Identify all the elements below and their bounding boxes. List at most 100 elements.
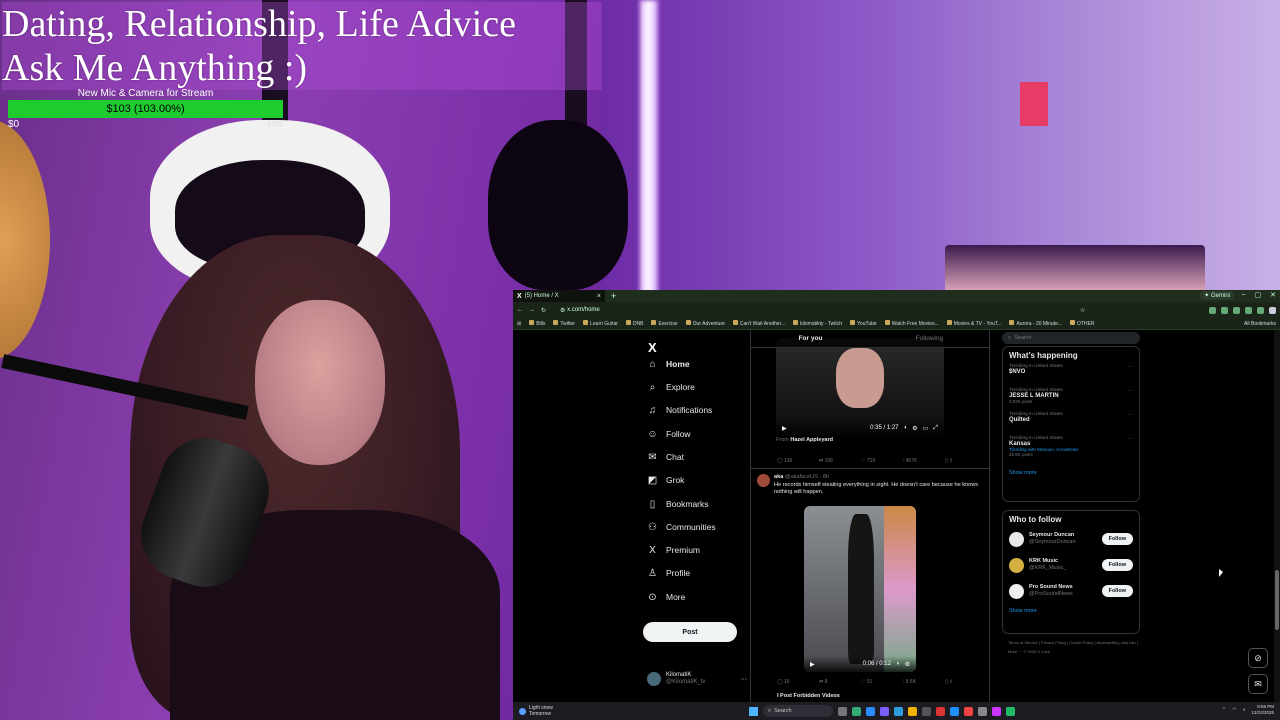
x-search-input[interactable]: ⌕ Search — [1002, 332, 1140, 344]
taskbar-app-icon[interactable] — [880, 706, 889, 716]
taskbar-app-icon[interactable] — [936, 706, 945, 716]
bookmark-item[interactable]: Watch Free Movies... — [884, 320, 939, 327]
tweet-video[interactable]: ▶ 0:35 / 1:27 ◖ ⚙ ▭ ⤢ — [776, 338, 944, 436]
taskbar-app-icon[interactable] — [978, 706, 987, 716]
repost-button[interactable]: ⇄ 156 — [819, 458, 861, 464]
settings-icon[interactable]: ⚙ — [912, 425, 917, 432]
bookmark-item[interactable]: kilomatikty - Twitch — [793, 320, 842, 327]
sidebar-item-notifications[interactable]: ♫ Notifications — [647, 400, 713, 420]
browser-tab[interactable]: X (5) Home / X × — [513, 290, 605, 302]
extension-icon[interactable] — [1221, 306, 1228, 314]
post-button[interactable]: Post — [643, 622, 737, 642]
bookmark-item[interactable]: Our Adventure — [685, 320, 725, 327]
reload-icon[interactable]: ↻ — [541, 307, 546, 314]
follow-button[interactable]: Follow — [1101, 559, 1133, 571]
url-field[interactable]: ⚙ x.com/home — [554, 304, 1075, 316]
bookmark-item[interactable]: Twitter — [553, 320, 575, 327]
tab-for-you[interactable]: For you — [751, 330, 870, 347]
play-icon[interactable]: ▶ — [810, 661, 815, 668]
sidebar-item-communities[interactable]: ⚇ Communities — [647, 517, 716, 537]
avatar[interactable] — [1009, 583, 1024, 599]
follow-suggestion[interactable]: Pro Sound News @ProSoundNews Follow — [1003, 578, 1139, 604]
more-dots-icon[interactable]: ··· — [1127, 364, 1133, 370]
sidebar-item-premium[interactable]: X Premium — [647, 540, 700, 560]
sidebar-item-profile[interactable]: ♙ Profile — [647, 563, 690, 583]
bookmark-item[interactable]: DNB — [625, 320, 643, 327]
extension-icon[interactable] — [1233, 306, 1240, 314]
extension-icon[interactable] — [1257, 306, 1264, 314]
sidebar-item-explore[interactable]: ⌕ Explore — [647, 377, 695, 397]
clock[interactable]: 8:55 PM 12/22/2025 — [1251, 704, 1274, 716]
next-tweet-author[interactable]: I Post Forbidden Videos — [777, 693, 840, 699]
close-window-icon[interactable]: ✕ — [1270, 291, 1276, 299]
bookmark-item[interactable]: Bills — [529, 320, 545, 327]
more-dots-icon[interactable]: ··· — [1127, 412, 1133, 418]
bookmark-item[interactable]: Aurora - 30 Minute... — [1009, 320, 1062, 327]
forward-icon[interactable]: → — [529, 307, 535, 313]
views-button[interactable]: ⫶ 457K — [903, 458, 945, 464]
x-logo-icon[interactable]: X — [648, 340, 657, 355]
more-dots-icon[interactable]: ··· — [1127, 436, 1133, 442]
extension-icon[interactable] — [1245, 306, 1252, 314]
like-button[interactable]: ♡ 719 — [861, 458, 903, 464]
follow-button[interactable]: Follow — [1101, 585, 1133, 597]
taskbar-app-icon[interactable] — [866, 706, 875, 716]
taskbar-app-icon[interactable] — [894, 706, 903, 716]
tweet-video[interactable]: ▶ 0:06 / 0:12 ◖ ⚙ — [804, 506, 916, 672]
bookmark-item[interactable]: Can't Wait Another... — [732, 320, 785, 327]
tweet-author[interactable]: aka — [774, 474, 783, 480]
bookmark-button[interactable]: ▯ ⇪ — [945, 458, 987, 464]
sidebar-item-bookmarks[interactable]: ▯ Bookmarks — [647, 494, 709, 514]
site-info-icon[interactable]: ⚙ — [560, 307, 565, 314]
taskbar-app-icon[interactable] — [838, 706, 847, 716]
follow-suggestion[interactable]: KRK Music @KRK_Music_ Follow — [1003, 552, 1139, 578]
volume-icon[interactable]: ◖ — [896, 661, 900, 667]
follow-button[interactable]: Follow — [1101, 533, 1133, 545]
maximize-icon[interactable]: ▢ — [1255, 291, 1262, 299]
trend-item[interactable]: Trending in United States JESSE L MARTIN 3… — [1003, 386, 1139, 410]
play-icon[interactable]: ▶ — [782, 425, 787, 432]
trend-item[interactable]: Trending in United States Quilted ··· — [1003, 410, 1139, 434]
page-scrollbar[interactable] — [1274, 330, 1280, 702]
taskbar-app-icon[interactable] — [964, 706, 973, 716]
taskbar-app-icon[interactable] — [852, 706, 861, 716]
avatar[interactable] — [1009, 531, 1024, 547]
reply-button[interactable]: ◯ 136 — [777, 458, 819, 464]
show-more-link[interactable]: Show more — [1003, 466, 1139, 480]
like-button[interactable]: ♡ 51 — [861, 679, 903, 685]
trend-item[interactable]: Trending in United States $NVO ··· — [1003, 362, 1139, 386]
bookmark-button[interactable]: ▯ ⇪ — [945, 679, 987, 685]
bookmark-item[interactable]: Movies & TV - YouT... — [946, 320, 1001, 327]
sidebar-item-home[interactable]: ⌂ Home — [647, 354, 689, 374]
close-tab-icon[interactable]: × — [597, 293, 601, 300]
taskbar-app-icon[interactable] — [992, 706, 1001, 716]
bookmark-item[interactable]: Exercise — [651, 320, 678, 327]
more-dots-icon[interactable]: ··· — [1127, 388, 1133, 394]
gemini-button[interactable]: ✦ Gemini — [1200, 291, 1234, 300]
minimize-icon[interactable]: – — [1242, 291, 1246, 299]
taskbar-search[interactable]: ⌕ Search — [763, 705, 833, 717]
weather-widget[interactable]: Light snow Tomorrow — [513, 705, 553, 717]
sidebar-item-grok[interactable]: ◩ Grok — [647, 470, 685, 490]
messages-icon[interactable]: ✉ — [1248, 674, 1268, 694]
repost-button[interactable]: ⇄ 8 — [819, 679, 861, 685]
fullscreen-icon[interactable]: ⤢ — [933, 425, 938, 432]
taskbar-app-icon[interactable] — [908, 706, 917, 716]
source-name[interactable]: Hazel Appleyard — [790, 437, 833, 443]
bookmark-item[interactable]: OTHER — [1070, 320, 1095, 327]
back-icon[interactable]: ← — [517, 307, 523, 313]
taskbar-app-icon[interactable] — [1006, 706, 1015, 716]
menu-icon[interactable] — [1269, 306, 1276, 314]
views-button[interactable]: ⫶ 9.5K — [903, 679, 945, 685]
volume-icon[interactable]: ◖ — [904, 425, 908, 431]
tweet[interactable]: aka @akafaceUS · 8h He records himself s… — [757, 474, 987, 497]
taskbar-app-icon[interactable] — [950, 706, 959, 716]
volume-icon[interactable]: ◖ — [1242, 707, 1245, 713]
sidebar-item-more[interactable]: ⊙ More — [647, 587, 685, 607]
tab-following[interactable]: Following — [870, 330, 989, 347]
settings-icon[interactable]: ⚙ — [905, 661, 910, 668]
avatar[interactable] — [757, 474, 770, 487]
sidebar-item-chat[interactable]: ✉ Chat — [647, 447, 684, 467]
reply-button[interactable]: ◯ 16 — [777, 679, 819, 685]
extension-icon[interactable] — [1209, 306, 1216, 314]
